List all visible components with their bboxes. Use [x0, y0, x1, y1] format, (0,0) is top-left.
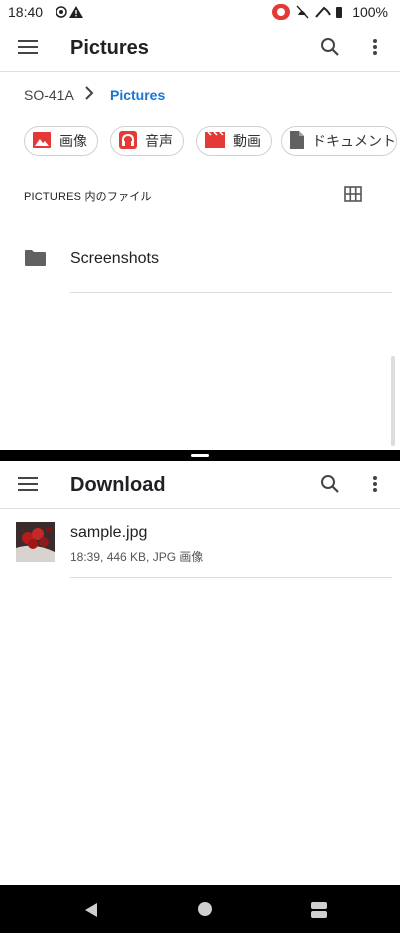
menu-icon[interactable]	[16, 35, 40, 59]
split-handle[interactable]	[191, 454, 209, 457]
list-item[interactable]: Screenshots	[0, 236, 400, 284]
divider	[70, 292, 392, 293]
screen-record-icon	[272, 4, 290, 20]
status-icons-left	[55, 5, 96, 24]
grid-view-icon[interactable]	[344, 186, 362, 207]
bottom-app-bar: Download	[0, 461, 400, 509]
page-title: Pictures	[70, 37, 149, 59]
file-meta: 18:39, 446 KB, JPG 画像	[70, 550, 204, 564]
search-icon[interactable]	[318, 472, 342, 496]
folder-name: Screenshots	[70, 250, 159, 267]
video-icon	[205, 130, 225, 151]
more-options-icon[interactable]	[363, 35, 387, 59]
chip-documents[interactable]: ドキュメント	[281, 126, 397, 156]
menu-icon[interactable]	[16, 472, 40, 496]
section-label: PICTURES 内のファイル	[24, 191, 152, 203]
more-options-icon[interactable]	[363, 472, 387, 496]
folder-icon	[25, 250, 46, 271]
scrollbar[interactable]	[391, 356, 395, 446]
divider	[70, 577, 392, 578]
headphones-icon	[119, 130, 137, 152]
status-bar: 18:40 100%	[0, 0, 400, 24]
breadcrumb-current[interactable]: Pictures	[110, 87, 165, 103]
image-thumbnail	[16, 522, 55, 567]
recents-icon[interactable]	[310, 901, 328, 924]
search-icon[interactable]	[318, 35, 342, 59]
chip-audio[interactable]: 音声	[110, 126, 184, 156]
chip-label: 音声	[145, 133, 173, 149]
document-icon	[290, 130, 304, 152]
chip-label: ドキュメント	[312, 133, 396, 149]
home-icon[interactable]	[198, 902, 212, 921]
breadcrumb-root[interactable]: SO-41A	[24, 87, 74, 103]
chevron-right-icon	[84, 86, 94, 105]
chip-label: 動画	[233, 133, 261, 149]
list-item[interactable]: sample.jpg 18:39, 446 KB, JPG 画像	[0, 515, 400, 571]
back-icon[interactable]	[84, 902, 98, 923]
chip-label: 画像	[59, 133, 87, 149]
chip-video[interactable]: 動画	[196, 126, 272, 156]
page-title: Download	[70, 474, 166, 496]
status-time: 18:40	[8, 4, 44, 20]
image-icon	[33, 131, 51, 151]
status-icons-right	[296, 5, 342, 24]
battery-level: 100%	[352, 4, 388, 20]
file-name: sample.jpg	[70, 524, 148, 541]
chip-images[interactable]: 画像	[24, 126, 98, 156]
top-app-bar: Pictures	[0, 24, 400, 72]
navigation-bar	[0, 885, 400, 933]
